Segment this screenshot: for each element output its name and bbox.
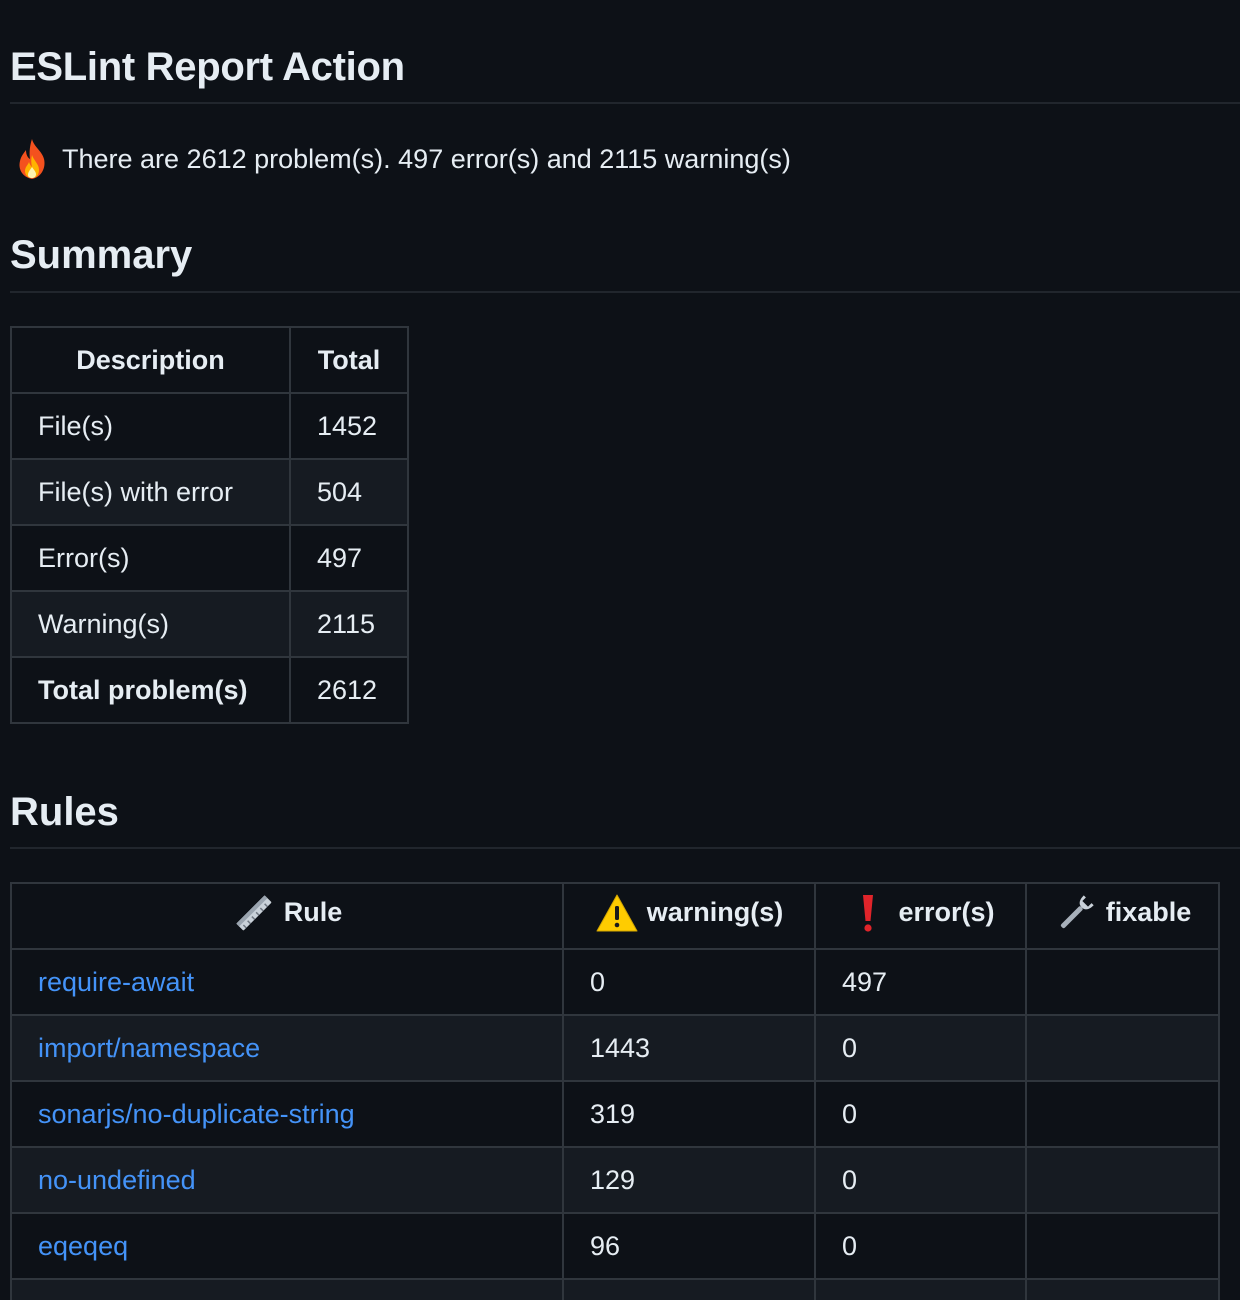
- rule-name-cell: sonarjs/no-duplicate-string: [10, 1080, 564, 1148]
- rule-row: no-undefined 129 0: [10, 1146, 1220, 1214]
- rules-divider: [10, 847, 1240, 849]
- summary-description: Total problem(s): [10, 656, 291, 724]
- rule-errors: 0: [814, 1212, 1027, 1280]
- column-header-rule: Rule: [10, 882, 564, 950]
- errors-header-label: error(s): [898, 897, 995, 927]
- summary-row: File(s) with error 504: [10, 458, 409, 526]
- summary-text: There are 2612 problem(s). 497 error(s) …: [62, 144, 791, 174]
- summary-row: Total problem(s) 2612: [10, 656, 409, 724]
- rule-row: require-await 0 497: [10, 948, 1220, 1016]
- column-header-fixable: fixable: [1025, 882, 1220, 950]
- ruler-icon: [236, 894, 271, 930]
- rule-link[interactable]: import/namespace: [38, 1033, 260, 1063]
- rule-warnings: 96: [562, 1212, 816, 1280]
- rule-name-cell: [10, 1278, 564, 1300]
- rule-name-cell: import/namespace: [10, 1014, 564, 1082]
- rule-warnings: 319: [562, 1080, 816, 1148]
- summary-description: File(s): [10, 392, 291, 460]
- rule-fixable: [1025, 1146, 1220, 1214]
- summary-divider: [10, 291, 1240, 293]
- column-header-total: Total: [289, 326, 409, 394]
- summary-header-row: Description Total: [10, 326, 409, 394]
- column-header-description: Description: [10, 326, 291, 394]
- summary-description: File(s) with error: [10, 458, 291, 526]
- summary-description: Warning(s): [10, 590, 291, 658]
- rules-header-row: Rule warning(s) error(s) fixable: [10, 882, 1220, 950]
- rule-row-partial: [10, 1278, 1220, 1300]
- rule-fixable: [1025, 1278, 1220, 1300]
- report-page: ESLint Report Action There are 2612 prob…: [0, 0, 1240, 1300]
- rule-row: sonarjs/no-duplicate-string 319 0: [10, 1080, 1220, 1148]
- rule-fixable: [1025, 1014, 1220, 1082]
- summary-heading: Summary: [10, 233, 193, 277]
- rule-warnings: 129: [562, 1146, 816, 1214]
- summary-description: Error(s): [10, 524, 291, 592]
- rule-link[interactable]: no-undefined: [38, 1165, 196, 1195]
- rules-heading: Rules: [10, 790, 119, 834]
- summary-total: 497: [289, 524, 409, 592]
- fixable-header-label: fixable: [1105, 897, 1192, 927]
- page-title: ESLint Report Action: [10, 45, 405, 89]
- rule-header-label: Rule: [283, 897, 343, 927]
- rule-warnings: 1443: [562, 1014, 816, 1082]
- rule-errors: 497: [814, 948, 1027, 1016]
- rule-warnings: [562, 1278, 816, 1300]
- rule-link[interactable]: eqeqeq: [38, 1231, 128, 1261]
- rule-fixable: [1025, 948, 1220, 1016]
- rule-row: eqeqeq 96 0: [10, 1212, 1220, 1280]
- rule-errors: 0: [814, 1146, 1027, 1214]
- rule-row: import/namespace 1443 0: [10, 1014, 1220, 1082]
- rule-link[interactable]: sonarjs/no-duplicate-string: [38, 1099, 355, 1129]
- rule-fixable: [1025, 1212, 1220, 1280]
- summary-row: File(s) 1452: [10, 392, 409, 460]
- rule-link[interactable]: require-await: [38, 967, 194, 997]
- summary-total: 2115: [289, 590, 409, 658]
- rule-errors: [814, 1278, 1027, 1300]
- summary-row: Error(s) 497: [10, 524, 409, 592]
- summary-total: 504: [289, 458, 409, 526]
- rule-warnings: 0: [562, 948, 816, 1016]
- summary-row: Warning(s) 2115: [10, 590, 409, 658]
- exclamation-icon: [863, 894, 874, 932]
- warning-icon: [596, 894, 638, 931]
- fire-icon: [19, 139, 45, 179]
- rule-name-cell: eqeqeq: [10, 1212, 564, 1280]
- rules-table: Rule warning(s) error(s) fixable require…: [10, 882, 1220, 1300]
- rule-name-cell: require-await: [10, 948, 564, 1016]
- column-header-errors: error(s): [814, 882, 1027, 950]
- summary-table: Description Total File(s) 1452 File(s) w…: [10, 326, 409, 724]
- rule-name-cell: no-undefined: [10, 1146, 564, 1214]
- rule-fixable: [1025, 1080, 1220, 1148]
- rule-errors: 0: [814, 1080, 1027, 1148]
- rule-errors: 0: [814, 1014, 1027, 1082]
- summary-total: 2612: [289, 656, 409, 724]
- title-divider: [10, 102, 1240, 104]
- wrench-icon: [1060, 894, 1094, 928]
- warnings-header-label: warning(s): [646, 897, 784, 927]
- summary-total: 1452: [289, 392, 409, 460]
- column-header-warnings: warning(s): [562, 882, 816, 950]
- problem-summary: There are 2612 problem(s). 497 error(s) …: [12, 136, 791, 182]
